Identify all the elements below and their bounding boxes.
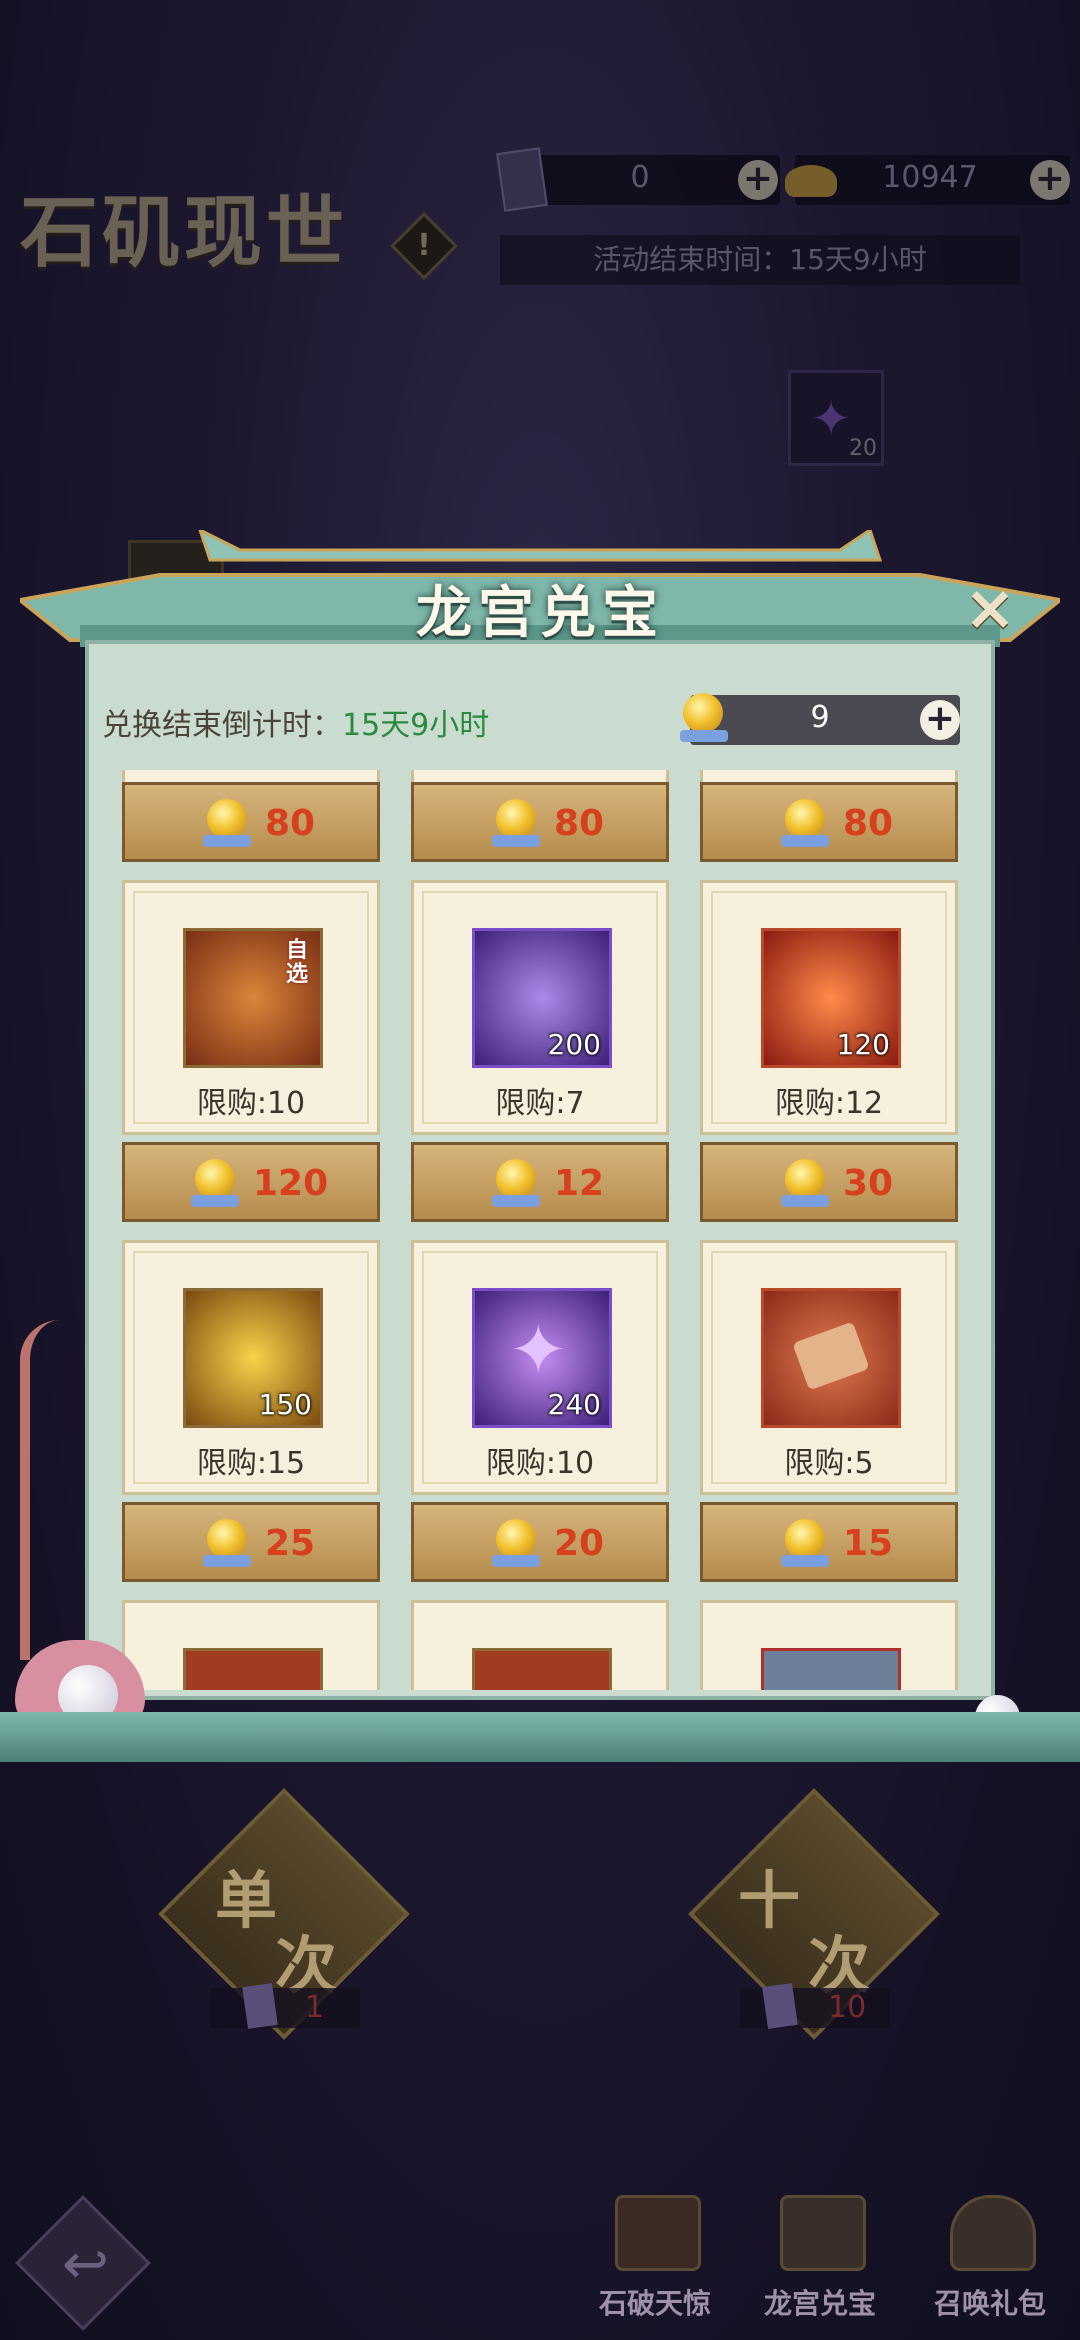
price-value: 25: [265, 1523, 316, 1564]
item-count: 200: [547, 1028, 601, 1061]
price-button[interactable]: 12: [411, 1142, 669, 1222]
pearl-coin-icon: [785, 1159, 825, 1199]
close-icon: ×: [964, 571, 1016, 644]
price-button[interactable]: 15: [700, 1502, 958, 1582]
price-button[interactable]: 80: [700, 782, 958, 862]
single-draw-label-1: 单: [215, 1864, 278, 1937]
price-button[interactable]: 30: [700, 1142, 958, 1222]
pearl-coin-icon: [785, 1519, 825, 1559]
currency-plus-button[interactable]: +: [920, 700, 960, 740]
shop-card-partial[interactable]: [411, 1600, 669, 1690]
nav-icon-stone-break: [615, 2195, 701, 2271]
select-tag: 自选: [286, 938, 309, 987]
close-button[interactable]: ×: [960, 577, 1020, 639]
price-value: 20: [554, 1523, 605, 1564]
limit-text: 限购:15: [196, 1446, 306, 1481]
pearl-coin-base: [492, 1555, 540, 1567]
pearl-coin-base: [203, 1555, 251, 1567]
pearl-coin-base: [203, 835, 251, 847]
single-draw-cost: 1: [305, 1990, 325, 2025]
pearl-coin-base: [781, 835, 829, 847]
gift-box-icon: 自选: [183, 928, 323, 1068]
pearl-coin-base: [680, 730, 728, 742]
pearl-coin-icon: [195, 1159, 235, 1199]
ten-draw-label-1: 十: [738, 1864, 801, 1937]
price-button[interactable]: 25: [122, 1502, 380, 1582]
purple-stone-icon: 200: [472, 928, 612, 1068]
popup-bottom-rail: [0, 1712, 1080, 1762]
coral-decoration: [20, 1320, 120, 1660]
pearl-coin-icon: [207, 799, 247, 839]
countdown-value: 15天9小时: [342, 708, 490, 743]
nav-icon-dragon-palace: [780, 2195, 866, 2271]
rock-shards-icon: [761, 1288, 901, 1428]
shop-card-gold-jade[interactable]: 150 限购:15: [122, 1240, 380, 1495]
shop-card-rock-shards[interactable]: 限购:5: [700, 1240, 958, 1495]
price-value: 80: [554, 803, 605, 844]
limit-text: 限购:12: [774, 1086, 884, 1121]
countdown-label: 兑换结束倒计时：: [102, 708, 342, 743]
ten-draw-cost: 10: [828, 1990, 867, 2025]
pearl-coin-base: [781, 1555, 829, 1567]
limit-text: 限购:7: [495, 1086, 585, 1121]
item-icon-partial: [761, 1648, 901, 1690]
price-value: 15: [843, 1523, 894, 1564]
pearl-coin-base: [191, 1195, 239, 1207]
limit-text: 限购:10: [485, 1446, 595, 1481]
price-button[interactable]: 20: [411, 1502, 669, 1582]
item-count: 240: [547, 1388, 601, 1421]
nav-icon-gift-bag: [950, 2195, 1036, 2271]
shop-card-purple-star[interactable]: ✦ 240 限购:10: [411, 1240, 669, 1495]
price-button[interactable]: 80: [122, 782, 380, 862]
ticket-icon: [762, 1983, 798, 2029]
price-value: 30: [843, 1163, 894, 1204]
star-glyph: ✦: [509, 1309, 568, 1391]
pearl-coin-base: [781, 1195, 829, 1207]
shop-card-partial[interactable]: [122, 1600, 380, 1690]
pearl-coin-icon: [785, 799, 825, 839]
limit-text: 限购:5: [784, 1446, 874, 1481]
pearl-coin-icon: [207, 1519, 247, 1559]
price-value: 120: [253, 1163, 329, 1204]
fire-orb-icon: 120: [761, 928, 901, 1068]
nav-tab-stone-break[interactable]: 石破天惊: [580, 2282, 730, 2322]
shard-shape: [792, 1321, 870, 1391]
price-value: 80: [265, 803, 316, 844]
nav-tab-gift-bag[interactable]: 召唤礼包: [915, 2282, 1065, 2322]
pearl-coin-icon: [683, 693, 723, 733]
item-count: 150: [258, 1388, 312, 1421]
back-arrow-icon: ↩: [62, 2232, 109, 2297]
popup-title: 龙宫兑宝: [416, 580, 664, 646]
shop-card-purple-stone[interactable]: 200 限购:7: [411, 880, 669, 1135]
price-value: 12: [554, 1163, 605, 1204]
shop-card-gift-box[interactable]: 自选 限购:10: [122, 880, 380, 1135]
shop-grid[interactable]: 80 80 80 自选 限购:10 200 限购:7 120 限购:12 120…: [110, 770, 970, 1690]
pearl-coin-icon: [496, 799, 536, 839]
limit-text: 限购:10: [196, 1086, 306, 1121]
item-count: 120: [836, 1028, 890, 1061]
single-draw-cost-bar: [210, 1988, 360, 2028]
plus-icon: +: [924, 698, 956, 739]
purple-star-icon: ✦ 240: [472, 1288, 612, 1428]
countdown-row: 兑换结束倒计时：15天9小时: [102, 700, 489, 744]
pearl-coin-base: [492, 835, 540, 847]
gold-jade-icon: 150: [183, 1288, 323, 1428]
item-icon-partial: [183, 1648, 323, 1690]
nav-tab-dragon-palace[interactable]: 龙宫兑宝: [745, 2282, 895, 2322]
pearl-coin-base: [492, 1195, 540, 1207]
currency-value: 9: [810, 700, 830, 735]
pearl-coin-icon: [496, 1519, 536, 1559]
shop-card-fire-orb[interactable]: 120 限购:12: [700, 880, 958, 1135]
pearl-coin-icon: [496, 1159, 536, 1199]
ticket-icon: [242, 1983, 278, 2029]
price-button[interactable]: 120: [122, 1142, 380, 1222]
item-icon-partial: [472, 1648, 612, 1690]
shop-card-partial[interactable]: [700, 1600, 958, 1690]
price-button[interactable]: 80: [411, 782, 669, 862]
price-value: 80: [843, 803, 894, 844]
